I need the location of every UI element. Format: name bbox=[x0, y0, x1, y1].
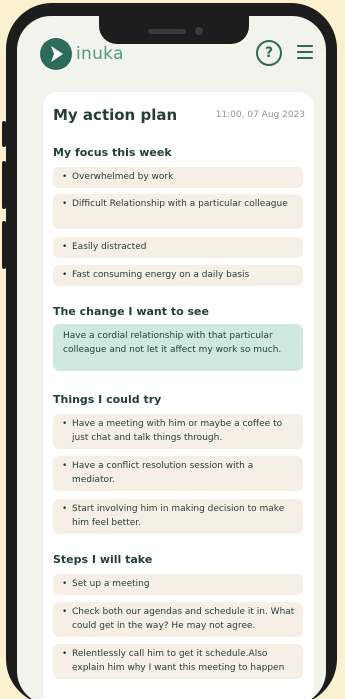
focus-item: • Difficult Relationship with a particul… bbox=[53, 194, 303, 229]
bullet: • bbox=[62, 419, 68, 429]
step-item: • Check both our agendas and schedule it… bbox=[53, 602, 303, 637]
step-item: • Relentlessly call him to get it schedu… bbox=[53, 644, 303, 679]
side-button bbox=[2, 121, 6, 147]
hamburger-menu-icon[interactable] bbox=[297, 45, 313, 59]
focus-item: • Easily distracted bbox=[53, 237, 303, 258]
bullet: • bbox=[62, 270, 68, 280]
section-title-focus: My focus this week bbox=[53, 146, 172, 159]
bullet: • bbox=[62, 461, 68, 471]
try-item-text: Have a meeting with him or maybe a coffe… bbox=[72, 419, 283, 443]
plan-timestamp: 11:00, 07 Aug 2023 bbox=[215, 110, 305, 120]
bullet: • bbox=[62, 579, 68, 589]
front-camera bbox=[195, 27, 203, 35]
focus-item-text: Overwhelmed by work bbox=[72, 172, 174, 182]
bullet: • bbox=[62, 504, 68, 514]
focus-item-text: Difficult Relationship with a particular… bbox=[72, 199, 288, 209]
step-item-text: Set up a meeting bbox=[72, 579, 150, 589]
focus-item-text: Easily distracted bbox=[72, 242, 147, 252]
try-item-text: Start involving him in making decision t… bbox=[72, 504, 285, 528]
help-button[interactable]: ? bbox=[256, 40, 282, 66]
speaker-grille bbox=[148, 29, 186, 34]
bullet: • bbox=[62, 199, 68, 209]
try-item: • Have a conflict resolution session wit… bbox=[53, 456, 303, 491]
section-title-steps: Steps I will take bbox=[53, 553, 153, 566]
step-item-text: Check both our agendas and schedule it i… bbox=[72, 607, 295, 631]
bullet: • bbox=[62, 172, 68, 182]
focus-item: • Fast consuming energy on a daily basis bbox=[53, 265, 303, 286]
try-item: • Have a meeting with him or maybe a cof… bbox=[53, 414, 303, 449]
bullet: • bbox=[62, 649, 68, 659]
page-title: My action plan bbox=[53, 106, 178, 124]
step-item: • Set up a meeting bbox=[53, 574, 303, 595]
inuka-logo-icon[interactable] bbox=[40, 38, 72, 70]
side-button bbox=[2, 221, 6, 269]
try-item: • Start involving him in making decision… bbox=[53, 499, 303, 534]
change-statement: Have a cordial relationship with that pa… bbox=[53, 324, 303, 371]
focus-item-text: Fast consuming energy on a daily basis bbox=[72, 270, 250, 280]
brand-name: inuka bbox=[76, 44, 124, 64]
card-header: My action plan 11:00, 07 Aug 2023 bbox=[53, 106, 305, 126]
bullet: • bbox=[62, 607, 68, 617]
app-header: inuka ? bbox=[17, 38, 326, 78]
phone-screen: inuka ? My action plan 11:00, 07 Aug 202… bbox=[17, 16, 326, 699]
side-button bbox=[2, 161, 6, 209]
bullet: • bbox=[62, 242, 68, 252]
section-title-try: Things I could try bbox=[53, 393, 162, 406]
step-item-text: Relentlessly call him to get it schedule… bbox=[72, 649, 285, 673]
action-plan-card: My action plan 11:00, 07 Aug 2023 My foc… bbox=[43, 92, 314, 699]
try-item-text: Have a conflict resolution session with … bbox=[72, 461, 254, 485]
section-title-change: The change I want to see bbox=[53, 305, 209, 318]
focus-item: • Overwhelmed by work bbox=[53, 167, 303, 188]
